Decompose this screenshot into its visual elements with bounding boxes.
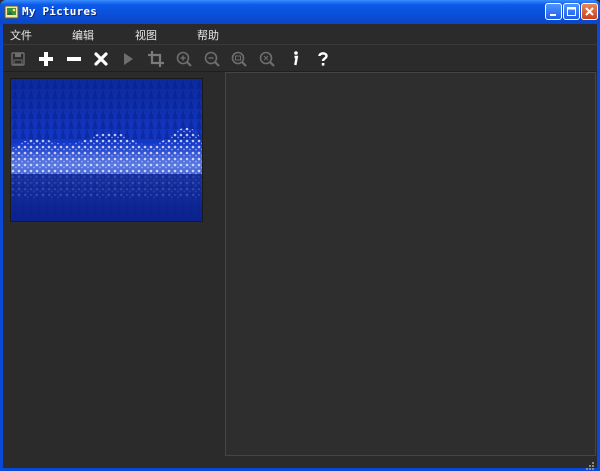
minimize-button[interactable] <box>545 3 562 20</box>
maximize-icon <box>567 7 576 16</box>
close-button[interactable] <box>581 3 598 20</box>
zoom-out-button[interactable] <box>201 48 223 70</box>
minimize-icon <box>550 14 556 16</box>
x-icon <box>94 52 108 66</box>
slideshow-button[interactable] <box>117 48 139 70</box>
zoom-in-button[interactable] <box>173 48 195 70</box>
add-button[interactable] <box>35 48 57 70</box>
plus-icon <box>39 52 53 66</box>
info-button[interactable] <box>284 48 306 70</box>
thumbnail-pane <box>3 72 225 468</box>
window-title: My Pictures <box>22 5 98 18</box>
zoom-fit-button[interactable] <box>228 48 250 70</box>
menu-bar: 文件 编辑 视图 帮助 <box>3 24 597 44</box>
play-icon <box>124 53 133 65</box>
remove-button[interactable] <box>63 48 85 70</box>
zoom-fit-icon <box>231 51 247 67</box>
menu-file[interactable]: 文件 <box>10 27 32 43</box>
delete-button[interactable] <box>90 48 112 70</box>
client-area: 文件 编辑 视图 帮助 <box>3 24 597 470</box>
image-view-pane[interactable] <box>225 72 596 456</box>
zoom-out-icon <box>204 51 220 67</box>
zoom-actual-button[interactable] <box>256 48 278 70</box>
app-window: My Pictures 文件 编辑 视图 帮助 <box>0 0 600 471</box>
title-bar[interactable]: My Pictures <box>0 0 600 24</box>
crop-icon <box>148 51 164 67</box>
info-icon <box>294 51 299 66</box>
maximize-button[interactable] <box>563 3 580 20</box>
menu-edit[interactable]: 编辑 <box>72 27 94 43</box>
menu-view[interactable]: 视图 <box>135 27 157 43</box>
zoom-actual-icon <box>259 51 275 67</box>
minus-icon <box>67 57 81 61</box>
resize-grip-icon[interactable] <box>585 456 595 470</box>
help-button[interactable] <box>312 48 334 70</box>
toolbar <box>3 44 597 72</box>
thumbnail-image[interactable] <box>10 78 203 222</box>
save-icon <box>11 52 25 66</box>
picture-folder-icon <box>4 4 20 20</box>
crop-button[interactable] <box>145 48 167 70</box>
menu-help[interactable]: 帮助 <box>197 27 219 43</box>
close-icon <box>585 7 594 16</box>
zoom-in-icon <box>176 51 192 67</box>
save-button[interactable] <box>7 48 29 70</box>
help-icon <box>318 52 328 66</box>
snowy-forest-image <box>11 79 202 221</box>
